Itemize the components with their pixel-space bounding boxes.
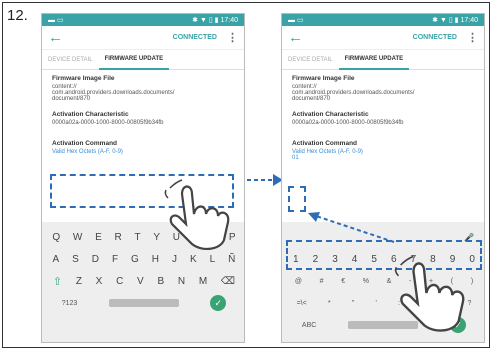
key[interactable]: M: [199, 276, 207, 287]
activation-command-label: Activation Command: [52, 140, 118, 147]
tab-firmware-update[interactable]: FIRMWARE UPDATE: [98, 50, 170, 70]
key[interactable]: #: [320, 278, 324, 285]
mode-switch-key[interactable]: ?123: [62, 300, 78, 307]
status-time: 17:40: [220, 17, 238, 24]
key[interactable]: K: [190, 254, 197, 265]
key[interactable]: Ñ: [228, 254, 235, 265]
key[interactable]: E: [95, 232, 102, 243]
key[interactable]: W: [73, 232, 82, 243]
activation-characteristic-label: Activation Characteristic: [292, 111, 369, 118]
status-left-icons: ▬ ▭: [48, 17, 64, 24]
key[interactable]: T: [135, 232, 141, 243]
key[interactable]: S: [72, 254, 79, 265]
key[interactable]: Y: [153, 232, 160, 243]
key[interactable]: €: [341, 278, 345, 285]
mode-switch-key[interactable]: ABC: [302, 322, 316, 329]
status-left-icons: ▬ ▭: [288, 17, 304, 24]
transition-arrow-icon: [247, 174, 283, 186]
enter-check-icon[interactable]: ✓: [210, 295, 227, 311]
tab-device-detail[interactable]: DEVICE DETAIL: [282, 50, 339, 70]
key[interactable]: Z: [76, 276, 82, 287]
activation-characteristic-value[interactable]: 0000a02a-0000-1000-8000-00805f9b34fb: [52, 120, 234, 126]
key[interactable]: Q: [52, 232, 60, 243]
firmware-image-file-label: Firmware Image File: [52, 75, 115, 82]
overflow-menu-icon[interactable]: ⋮: [467, 31, 478, 44]
tapping-hand-icon: [394, 255, 465, 332]
key[interactable]: =\<: [297, 300, 307, 307]
callout-arrow-icon: [308, 212, 395, 243]
key[interactable]: X: [96, 276, 103, 287]
tab-bar: DEVICE DETAIL FIRMWARE UPDATE: [282, 50, 484, 70]
key[interactable]: F: [112, 254, 118, 265]
connected-status: CONNECTED: [412, 34, 457, 41]
key[interactable]: A: [52, 254, 59, 265]
key[interactable]: ': [376, 300, 377, 307]
firmware-image-file-label: Firmware Image File: [292, 75, 355, 82]
keyboard-row-3: ⇧ Z X C V B N M ⌫: [46, 270, 242, 292]
key[interactable]: %: [363, 278, 369, 285]
overflow-menu-icon[interactable]: ⋮: [227, 31, 238, 44]
back-arrow-icon[interactable]: ←: [48, 29, 66, 46]
activation-command-typed-value[interactable]: 01: [292, 155, 474, 161]
key[interactable]: C: [116, 276, 123, 287]
back-arrow-icon[interactable]: ←: [288, 29, 306, 46]
tapping-hand-icon: [164, 179, 230, 250]
status-bar: ▬ ▭ ✱ ▼ ▯ ▮ 17:40: [282, 14, 484, 26]
key[interactable]: N: [178, 276, 185, 287]
connected-status: CONNECTED: [172, 34, 217, 41]
status-time: 17:40: [460, 17, 478, 24]
key[interactable]: B: [157, 276, 164, 287]
callout-box-typed-value: [288, 186, 306, 212]
phone-screen-left: ▬ ▭ ✱ ▼ ▯ ▮ 17:40 ← CONNECTED ⋮ DEVICE D…: [41, 13, 245, 343]
app-bar: ← CONNECTED ⋮: [282, 26, 484, 50]
firmware-image-file-value[interactable]: content:// com.android.providers.downloa…: [292, 84, 474, 102]
firmware-image-file-value[interactable]: content:// com.android.providers.downloa…: [52, 84, 234, 102]
status-icons: ✱ ▼ ▯ ▮: [432, 17, 459, 24]
key[interactable]: *: [328, 300, 331, 307]
step-number: 12.: [7, 7, 28, 24]
shift-icon[interactable]: ⇧: [53, 275, 62, 288]
key[interactable]: R: [115, 232, 122, 243]
key[interactable]: L: [210, 254, 216, 265]
key[interactable]: ": [352, 300, 355, 307]
activation-command-field[interactable]: Valid Hex Octets (A-F, 0-9): [52, 149, 234, 155]
activation-characteristic-value[interactable]: 0000a02a-0000-1000-8000-00805f9b34fb: [292, 120, 474, 126]
firmware-form: Firmware Image File content:// com.andro…: [282, 70, 484, 222]
phone-screen-right: ▬ ▭ ✱ ▼ ▯ ▮ 17:40 ← CONNECTED ⋮ DEVICE D…: [281, 13, 485, 343]
app-bar: ← CONNECTED ⋮: [42, 26, 244, 50]
keyboard-row-4: ?123 ✓: [46, 292, 242, 314]
space-key[interactable]: [108, 299, 179, 307]
tab-device-detail[interactable]: DEVICE DETAIL: [42, 50, 99, 70]
status-bar: ▬ ▭ ✱ ▼ ▯ ▮ 17:40: [42, 14, 244, 26]
key[interactable]: @: [295, 278, 302, 285]
key[interactable]: J: [172, 254, 177, 265]
key[interactable]: G: [131, 254, 139, 265]
activation-characteristic-label: Activation Characteristic: [52, 111, 129, 118]
tab-firmware-update[interactable]: FIRMWARE UPDATE: [338, 50, 410, 70]
key[interactable]: V: [137, 276, 144, 287]
activation-command-label: Activation Command: [292, 140, 358, 147]
backspace-icon[interactable]: ⌫: [221, 276, 235, 287]
key[interactable]: D: [92, 254, 99, 265]
key[interactable]: H: [152, 254, 159, 265]
status-icons: ✱ ▼ ▯ ▮: [192, 17, 219, 24]
tab-bar: DEVICE DETAIL FIRMWARE UPDATE: [42, 50, 244, 70]
instruction-frame: 12. ▬ ▭ ✱ ▼ ▯ ▮ 17:40 ← CONNECTED ⋮ DEVI…: [2, 2, 490, 348]
